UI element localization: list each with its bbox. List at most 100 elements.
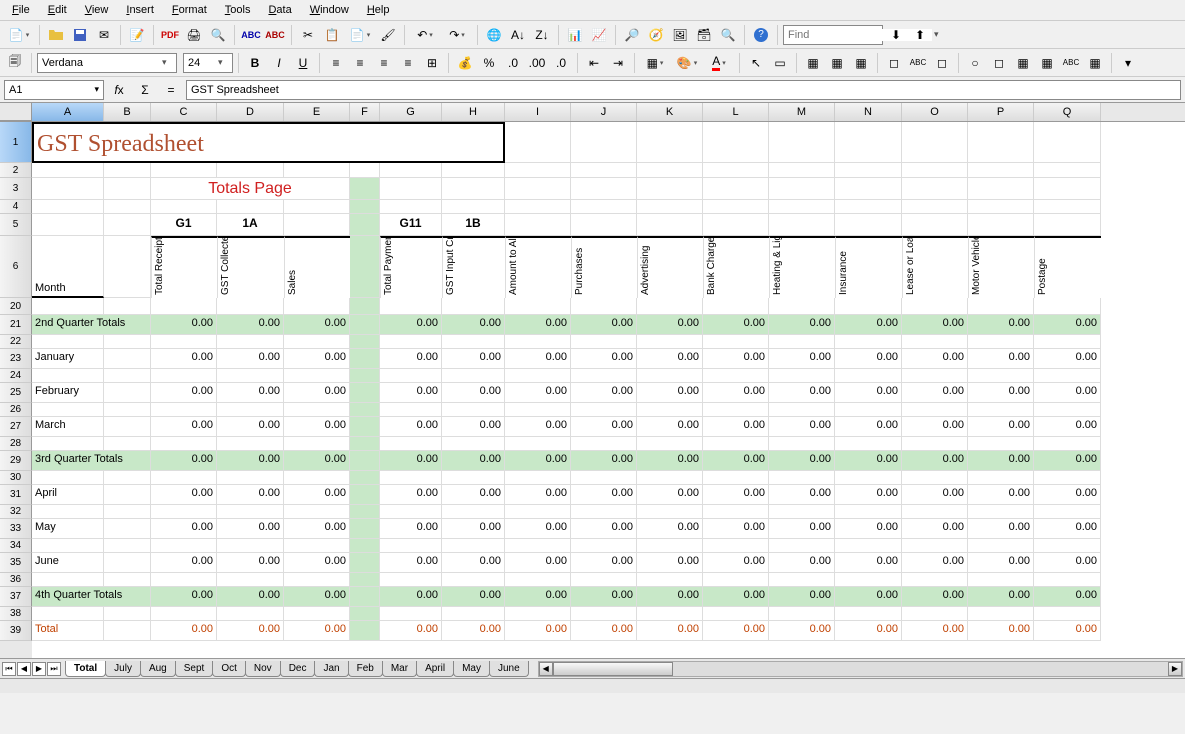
cell-C5[interactable]: G1: [151, 214, 217, 236]
column-header-E[interactable]: E: [284, 103, 350, 121]
cell-C35[interactable]: 0.00: [151, 553, 217, 573]
column-header-F[interactable]: F: [350, 103, 380, 121]
row-header-37[interactable]: 37: [0, 587, 32, 607]
cell-L31[interactable]: 0.00: [703, 485, 769, 505]
cell-K29[interactable]: 0.00: [637, 451, 703, 471]
cell-A38[interactable]: [32, 607, 104, 621]
cell-D33[interactable]: 0.00: [217, 519, 284, 539]
cell-P23[interactable]: 0.00: [968, 349, 1034, 369]
cell-P27[interactable]: 0.00: [968, 417, 1034, 437]
row-header-32[interactable]: 32: [0, 505, 32, 519]
menu-help[interactable]: Help: [359, 2, 398, 18]
column-header-Q[interactable]: Q: [1034, 103, 1101, 121]
cell-H35[interactable]: 0.00: [442, 553, 505, 573]
cell-H34[interactable]: [442, 539, 505, 553]
cell-C37[interactable]: 0.00: [151, 587, 217, 607]
chart2-button[interactable]: 📈: [588, 24, 610, 46]
currency-button[interactable]: 💰: [454, 52, 476, 74]
cell-D39[interactable]: 0.00: [217, 621, 284, 641]
cell-D25[interactable]: 0.00: [217, 383, 284, 403]
cell-K35[interactable]: 0.00: [637, 553, 703, 573]
font-name-combo[interactable]: ▾: [37, 53, 177, 73]
cell-E5[interactable]: [284, 214, 350, 236]
cell-N25[interactable]: 0.00: [835, 383, 902, 403]
cell-P4[interactable]: [968, 200, 1034, 214]
cell-K1[interactable]: [637, 122, 703, 163]
cell-F34[interactable]: [350, 539, 380, 553]
control7-button[interactable]: ▦: [1036, 52, 1058, 74]
cell-F2[interactable]: [350, 163, 380, 178]
cell-K25[interactable]: 0.00: [637, 383, 703, 403]
tab-next-button[interactable]: ▶: [32, 662, 46, 676]
row-header-26[interactable]: 26: [0, 403, 32, 417]
sheet-tab-feb[interactable]: Feb: [348, 661, 383, 677]
cell-G21[interactable]: 0.00: [380, 315, 442, 335]
cell-L32[interactable]: [703, 505, 769, 519]
cell-E20[interactable]: [284, 298, 350, 315]
hyperlink-button[interactable]: 🌐: [483, 24, 505, 46]
cell-E39[interactable]: 0.00: [284, 621, 350, 641]
menu-data[interactable]: Data: [260, 2, 299, 18]
cell-N28[interactable]: [835, 437, 902, 451]
cell-O3[interactable]: [902, 178, 968, 200]
cell-A29[interactable]: 3rd Quarter Totals: [32, 451, 151, 471]
menu-file[interactable]: File: [4, 2, 38, 18]
open-button[interactable]: [45, 24, 67, 46]
row-header-2[interactable]: 2: [0, 163, 32, 178]
cell-P39[interactable]: 0.00: [968, 621, 1034, 641]
cell-F6[interactable]: [350, 236, 380, 298]
cell-C25[interactable]: 0.00: [151, 383, 217, 403]
cell-C36[interactable]: [151, 573, 217, 587]
tab-last-button[interactable]: ⏭: [47, 662, 61, 676]
cell-O1[interactable]: [902, 122, 968, 163]
cell-M4[interactable]: [769, 200, 835, 214]
select-button[interactable]: ↖: [745, 52, 767, 74]
cell-J4[interactable]: [571, 200, 637, 214]
cell-M1[interactable]: [769, 122, 835, 163]
cell-A4[interactable]: [32, 200, 104, 214]
row-header-28[interactable]: 28: [0, 437, 32, 451]
cell-H20[interactable]: [442, 298, 505, 315]
cell-E27[interactable]: 0.00: [284, 417, 350, 437]
find-button[interactable]: 🔎: [621, 24, 643, 46]
cell-Q23[interactable]: 0.00: [1034, 349, 1101, 369]
sheet-tab-nov[interactable]: Nov: [245, 661, 281, 677]
cell-Q36[interactable]: [1034, 573, 1101, 587]
cell-A3[interactable]: [32, 178, 104, 200]
cell-L25[interactable]: 0.00: [703, 383, 769, 403]
cell-L22[interactable]: [703, 335, 769, 349]
cell-M23[interactable]: 0.00: [769, 349, 835, 369]
cell-J23[interactable]: 0.00: [571, 349, 637, 369]
cell-I33[interactable]: 0.00: [505, 519, 571, 539]
export-pdf-button[interactable]: PDF: [159, 24, 181, 46]
cell-Q33[interactable]: 0.00: [1034, 519, 1101, 539]
cell-D30[interactable]: [217, 471, 284, 485]
cell-C29[interactable]: 0.00: [151, 451, 217, 471]
cell-H24[interactable]: [442, 369, 505, 383]
row-header-3[interactable]: 3: [0, 178, 32, 200]
cell-H38[interactable]: [442, 607, 505, 621]
row-header-20[interactable]: 20: [0, 298, 32, 315]
cell-J26[interactable]: [571, 403, 637, 417]
cell-F20[interactable]: [350, 298, 380, 315]
row-header-5[interactable]: 5: [0, 214, 32, 236]
cell-E29[interactable]: 0.00: [284, 451, 350, 471]
align-left-button[interactable]: ≡: [325, 52, 347, 74]
formula-input[interactable]: GST Spreadsheet: [186, 80, 1181, 100]
cell-P1[interactable]: [968, 122, 1034, 163]
cell-H39[interactable]: 0.00: [442, 621, 505, 641]
cell-M36[interactable]: [769, 573, 835, 587]
draw-button[interactable]: ▭: [769, 52, 791, 74]
sheet-tab-sept[interactable]: Sept: [175, 661, 214, 677]
cell-K28[interactable]: [637, 437, 703, 451]
cell-F30[interactable]: [350, 471, 380, 485]
cell-O2[interactable]: [902, 163, 968, 178]
cell-B27[interactable]: [104, 417, 151, 437]
paste-button[interactable]: 📄: [345, 24, 375, 46]
cell-G37[interactable]: 0.00: [380, 587, 442, 607]
menu-tools[interactable]: Tools: [217, 2, 259, 18]
cell-M31[interactable]: 0.00: [769, 485, 835, 505]
column-header-A[interactable]: A: [32, 103, 104, 121]
cell-L37[interactable]: 0.00: [703, 587, 769, 607]
cell-J30[interactable]: [571, 471, 637, 485]
